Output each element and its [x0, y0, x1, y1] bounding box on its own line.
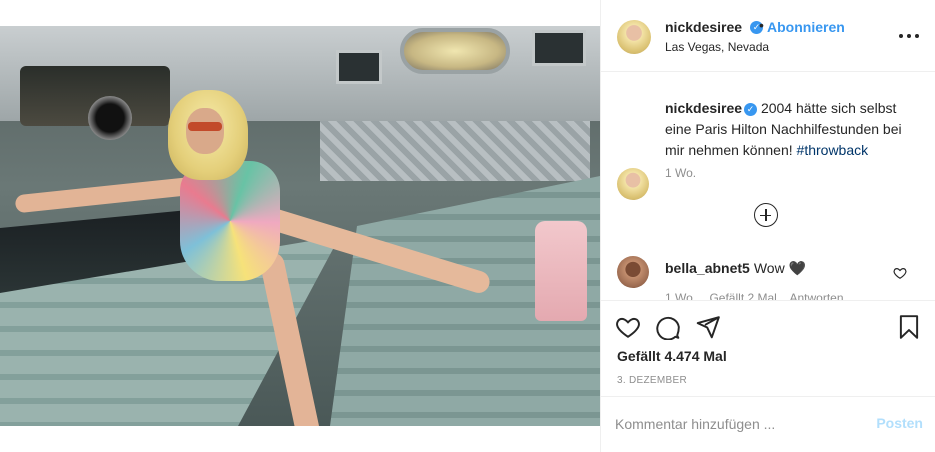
comment-username[interactable]: bella_abnet5 [665, 260, 750, 276]
limo-speaker [88, 96, 132, 140]
verified-badge-icon: ✓ [744, 103, 758, 116]
comments-section: nickdesiree ✓ 2004 hätte sich selbst eine… [601, 72, 935, 300]
comment-text: Wow 🖤 [753, 260, 807, 276]
action-bar: Gefällt 4.474 Mal 3. DEZEMBER [601, 300, 935, 396]
post-date[interactable]: 3. DEZEMBER [617, 375, 687, 386]
add-comment-bar: Posten [601, 396, 935, 452]
limo-screen [336, 50, 382, 84]
comment-meta: 1 Wo. Gefällt 2 Mal Antworten [665, 291, 854, 300]
hashtag-link[interactable]: #throwback [797, 142, 869, 158]
caption-timestamp[interactable]: 1 Wo. [665, 166, 696, 180]
post-header: nickdesiree ✓ • Abonnieren Las Vegas, Ne… [601, 0, 935, 72]
comment-timestamp[interactable]: 1 Wo. [665, 291, 696, 300]
bookmark-icon[interactable] [896, 314, 922, 340]
limo-mirror-panel [320, 121, 590, 181]
pink-handbag [535, 221, 587, 321]
post-sidebar: nickdesiree ✓ • Abonnieren Las Vegas, Ne… [600, 0, 935, 452]
avatar[interactable] [617, 20, 651, 54]
avatar[interactable] [617, 256, 649, 288]
person-face [186, 108, 224, 154]
plus-circle-icon[interactable] [754, 203, 778, 227]
sunglasses [188, 122, 222, 131]
share-icon[interactable] [695, 314, 721, 340]
caption-username[interactable]: nickdesiree [665, 100, 742, 116]
person-arm [14, 176, 196, 214]
heart-icon[interactable] [893, 266, 907, 280]
comment-icon[interactable] [655, 314, 681, 340]
more-options-icon[interactable] [899, 30, 919, 42]
post-comment-button[interactable]: Posten [873, 415, 923, 431]
comment-input[interactable] [615, 413, 865, 435]
reply-button[interactable]: Antworten [790, 291, 844, 300]
caption: nickdesiree ✓ 2004 hätte sich selbst eine… [665, 98, 915, 161]
follow-button[interactable]: Abonnieren [767, 19, 845, 35]
location-link[interactable]: Las Vegas, Nevada [665, 40, 769, 54]
comment-likes[interactable]: Gefällt 2 Mal [709, 291, 776, 300]
comment-item: bella_abnet5 Wow 🖤 [665, 260, 806, 277]
likes-count[interactable]: Gefällt 4.474 Mal [617, 348, 727, 364]
limo-screen [532, 30, 586, 66]
instagram-post: nickdesiree ✓ • Abonnieren Las Vegas, Ne… [0, 0, 935, 452]
separator-dot: • [759, 17, 764, 33]
heart-icon[interactable] [615, 314, 641, 340]
limo-oval-window [400, 28, 510, 74]
avatar[interactable] [617, 168, 649, 200]
header-username[interactable]: nickdesiree [665, 19, 742, 35]
post-photo[interactable] [0, 26, 600, 426]
